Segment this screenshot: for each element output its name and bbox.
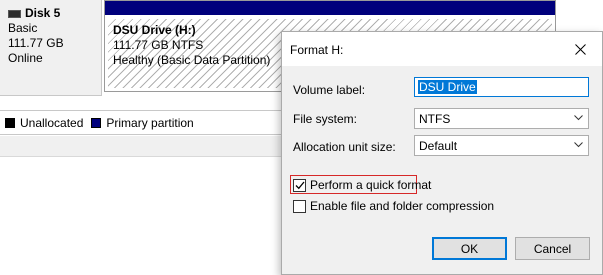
- primary-swatch: [91, 117, 102, 128]
- legend-unallocated: Unallocated: [5, 116, 83, 130]
- file-system-label: File system:: [293, 112, 358, 126]
- format-dialog: Format H: Volume label: DSU Drive File s…: [281, 31, 603, 275]
- compression-checkbox[interactable]: Enable file and folder compression: [293, 199, 494, 213]
- disk-icon: [8, 9, 21, 18]
- chevron-down-icon: [574, 115, 583, 121]
- disk-name: Disk 5: [25, 6, 61, 20]
- disk-title: Disk 5: [8, 6, 101, 21]
- chevron-down-icon: [574, 142, 583, 148]
- dialog-title: Format H:: [290, 43, 344, 57]
- close-button[interactable]: [558, 32, 602, 66]
- quick-format-box[interactable]: [293, 178, 306, 192]
- file-system-value: NTFS: [419, 112, 451, 126]
- cancel-button[interactable]: Cancel: [515, 237, 590, 260]
- legend-unallocated-label: Unallocated: [20, 115, 84, 130]
- disk-info-panel[interactable]: Disk 5 Basic 111.77 GB Online: [0, 0, 102, 96]
- allocation-unit-label: Allocation unit size:: [293, 140, 396, 154]
- partition-bar: [105, 1, 555, 15]
- legend-primary-label: Primary partition: [106, 115, 194, 130]
- close-icon: [574, 43, 586, 55]
- disk-size: 111.77 GB: [8, 36, 64, 50]
- legend-primary: Primary partition: [91, 115, 194, 130]
- disk-status: Online: [8, 51, 43, 65]
- unallocated-swatch: [5, 117, 15, 128]
- volume-label-label: Volume label:: [293, 83, 366, 97]
- disk-type: Basic: [8, 21, 38, 35]
- checkmark-icon: [295, 181, 305, 189]
- allocation-unit-select[interactable]: Default: [414, 135, 589, 156]
- dialog-titlebar[interactable]: Format H:: [282, 32, 602, 66]
- quick-format-label: Perform a quick format: [310, 178, 432, 192]
- ok-button[interactable]: OK: [432, 237, 507, 260]
- compression-label: Enable file and folder compression: [310, 199, 495, 213]
- volume-label-value: DSU Drive: [418, 80, 477, 94]
- compression-box[interactable]: [293, 199, 306, 213]
- quick-format-checkbox[interactable]: Perform a quick format: [293, 178, 431, 192]
- allocation-unit-value: Default: [419, 139, 458, 153]
- file-system-select[interactable]: NTFS: [414, 108, 589, 129]
- volume-label-input[interactable]: DSU Drive: [414, 77, 589, 97]
